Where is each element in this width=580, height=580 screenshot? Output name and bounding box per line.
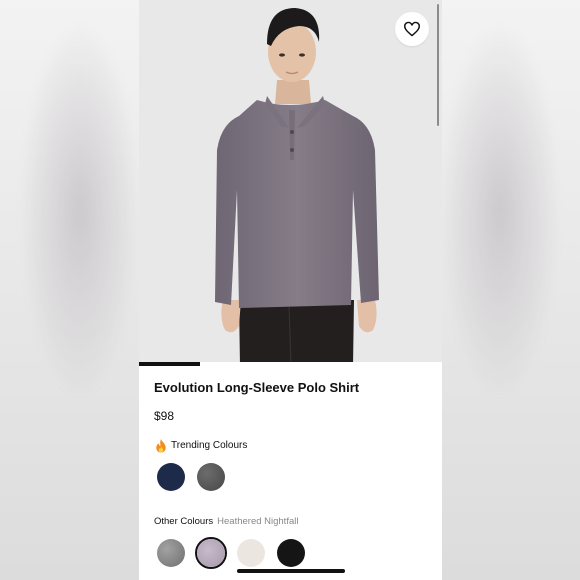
scrollbar[interactable] bbox=[437, 4, 439, 126]
other-colours-header: Other Colours Heathered Nightfall bbox=[154, 516, 298, 527]
heart-outline-icon bbox=[403, 21, 420, 37]
image-carousel-progress-fill bbox=[139, 362, 200, 366]
swatch-heathered-grey[interactable] bbox=[157, 539, 185, 567]
model-illustration bbox=[215, 8, 379, 366]
flame-icon bbox=[156, 438, 166, 453]
background-blur-right bbox=[440, 0, 580, 580]
image-carousel-progress bbox=[139, 362, 442, 366]
trending-colours-label: Trending Colours bbox=[171, 440, 248, 451]
trending-colours-header: Trending Colours bbox=[154, 438, 247, 453]
swatch-bone[interactable] bbox=[237, 539, 265, 567]
selected-colour-name: Heathered Nightfall bbox=[217, 516, 299, 527]
product-image[interactable] bbox=[139, 0, 442, 366]
favorite-button[interactable] bbox=[395, 12, 429, 46]
swatch-black[interactable] bbox=[277, 539, 305, 567]
swatch-grey[interactable] bbox=[197, 463, 225, 491]
home-indicator[interactable] bbox=[237, 569, 345, 573]
background-blur-left bbox=[0, 0, 140, 580]
swatch-navy[interactable] bbox=[157, 463, 185, 491]
other-colours-label: Other Colours bbox=[154, 516, 214, 527]
swatch-heathered-nightfall[interactable] bbox=[197, 539, 225, 567]
product-title: Evolution Long-Sleeve Polo Shirt bbox=[154, 380, 360, 395]
product-price: $98 bbox=[154, 409, 175, 423]
product-page: Evolution Long-Sleeve Polo Shirt $98 Tre… bbox=[139, 0, 442, 580]
